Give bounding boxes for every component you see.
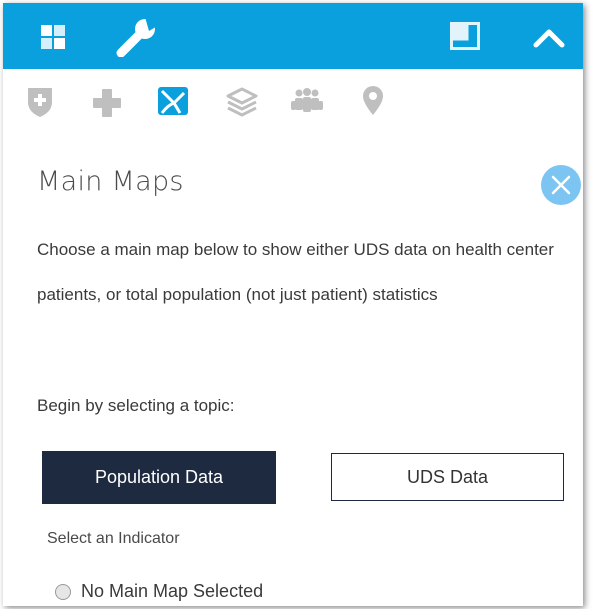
wrench-icon[interactable] [115, 17, 159, 62]
population-data-button[interactable]: Population Data [42, 451, 276, 504]
map-pin-icon[interactable] [361, 85, 385, 122]
close-icon [551, 175, 571, 195]
top-toolbar [3, 3, 583, 69]
panel-description: Choose a main map below to show either U… [37, 240, 554, 304]
radio-label: No Main Map Selected [81, 581, 264, 601]
close-button[interactable] [541, 165, 581, 205]
layers-icon[interactable] [226, 87, 258, 122]
people-icon[interactable] [290, 87, 324, 120]
indicator-label: Select an Indicator [47, 530, 180, 547]
no-main-map-option[interactable]: No Main Map Selected [55, 581, 263, 602]
grid-icon[interactable] [41, 25, 65, 54]
panel-title: Main Maps [37, 166, 184, 197]
medical-cross-icon[interactable] [93, 89, 121, 122]
window-icon[interactable] [450, 22, 480, 55]
shield-plus-icon[interactable] [26, 86, 54, 123]
uds-data-button[interactable]: UDS Data [331, 453, 564, 501]
map-tabs [3, 69, 583, 131]
main-map-icon[interactable] [156, 85, 190, 122]
main-maps-panel: Main Maps Choose a main map below to sho… [3, 3, 583, 606]
radio-button[interactable] [55, 583, 71, 600]
chevron-up-icon[interactable] [533, 26, 565, 53]
topic-prompt: Begin by selecting a topic: [37, 396, 235, 415]
